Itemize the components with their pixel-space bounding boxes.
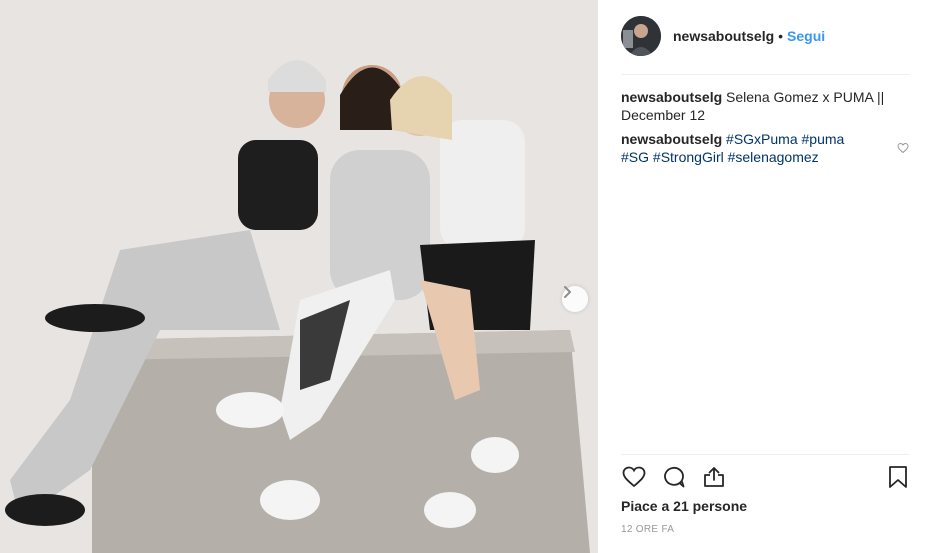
carousel-next-button[interactable] (562, 286, 588, 312)
divider (621, 74, 909, 75)
hashtag-link[interactable]: #SGxPuma (726, 131, 798, 147)
heart-icon (622, 466, 646, 488)
heart-small-icon (897, 142, 909, 154)
post-timestamp: 12 ORE FA (621, 524, 675, 535)
share-icon (704, 467, 724, 487)
comment-bubble-icon (664, 466, 685, 488)
avatar[interactable] (621, 16, 661, 56)
comment-button[interactable] (661, 464, 687, 490)
post-header: newsaboutselg • Segui (621, 16, 909, 56)
save-button[interactable] (885, 464, 911, 490)
hashtag-comment: newsaboutselg #SGxPuma #puma #SG #Strong… (621, 130, 909, 166)
divider (621, 454, 909, 455)
comment-author[interactable]: newsaboutselg (621, 131, 722, 147)
share-button[interactable] (701, 464, 727, 490)
bookmark-icon (889, 466, 907, 488)
comment-author[interactable]: newsaboutselg (621, 89, 722, 105)
header-username[interactable]: newsaboutselg (673, 28, 774, 44)
hashtag-link[interactable]: #SG (621, 149, 649, 165)
separator-dot: • (778, 28, 784, 44)
post-side-panel: newsaboutselg • Segui newsaboutselg Sele… (598, 0, 930, 553)
hashtag-link[interactable]: #puma (802, 131, 845, 147)
likes-count[interactable]: Piace a 21 persone (621, 498, 747, 514)
action-bar (621, 462, 911, 492)
caption-comment: newsaboutselg Selena Gomez x PUMA || Dec… (621, 88, 909, 124)
hashtag-link[interactable]: #selenagomez (728, 149, 819, 165)
hashtag-link[interactable]: #StrongGirl (653, 149, 724, 165)
like-button[interactable] (621, 464, 647, 490)
photo-illustration (0, 0, 598, 553)
comments-list: newsaboutselg Selena Gomez x PUMA || Dec… (621, 88, 909, 172)
follow-button[interactable]: Segui (787, 28, 825, 44)
post-photo[interactable] (0, 0, 598, 553)
comment-like-button[interactable] (897, 140, 909, 154)
